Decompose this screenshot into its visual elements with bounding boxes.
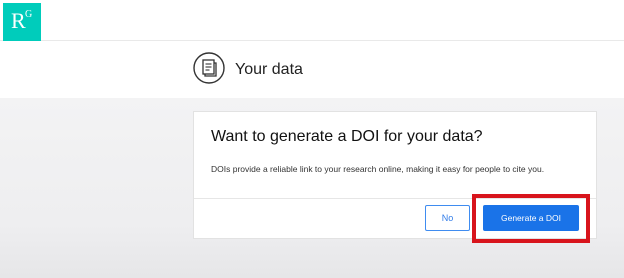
researchgate-logo[interactable]: R G xyxy=(3,3,41,41)
page: R G Your data Want to generate a DOI for… xyxy=(0,0,624,278)
document-icon xyxy=(193,52,225,84)
page-title: Your data xyxy=(235,61,303,78)
no-button[interactable]: No xyxy=(425,205,470,231)
top-bar: R G xyxy=(0,0,624,41)
highlight-box xyxy=(472,194,590,243)
logo-letter: R xyxy=(11,8,26,33)
dialog-description: DOIs provide a reliable link to your res… xyxy=(211,164,545,174)
dialog-title: Want to generate a DOI for your data? xyxy=(211,128,483,145)
page-header xyxy=(0,41,624,98)
logo-superscript: G xyxy=(25,9,33,20)
